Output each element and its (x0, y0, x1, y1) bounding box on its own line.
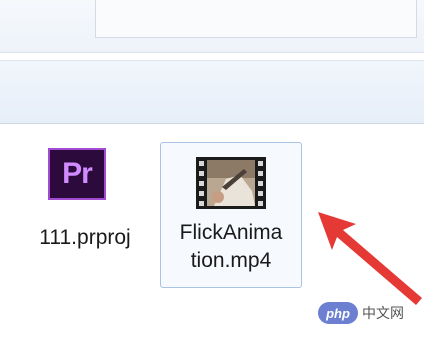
premiere-icon-text: Pr (62, 157, 93, 190)
watermark: php 中文网 (318, 300, 422, 326)
premiere-pro-icon: Pr (48, 148, 106, 200)
watermark-logo: php (318, 302, 358, 324)
toolbar (0, 60, 424, 124)
address-field[interactable] (95, 0, 417, 38)
video-file-icon (196, 157, 266, 209)
file-name-line-1: FlickAnima (179, 221, 283, 244)
red-arrow-annotation (318, 212, 422, 305)
divider (0, 52, 424, 53)
file-name: 111.prproj (39, 226, 131, 249)
file-name: FlickAnima tion.mp4 (161, 219, 301, 275)
file-item-mp4[interactable]: FlickAnima tion.mp4 (160, 142, 302, 288)
file-item-prproj[interactable]: Pr 111.prproj (16, 142, 154, 288)
watermark-text: 中文网 (362, 305, 404, 321)
file-name-line-2: tion.mp4 (190, 249, 272, 272)
